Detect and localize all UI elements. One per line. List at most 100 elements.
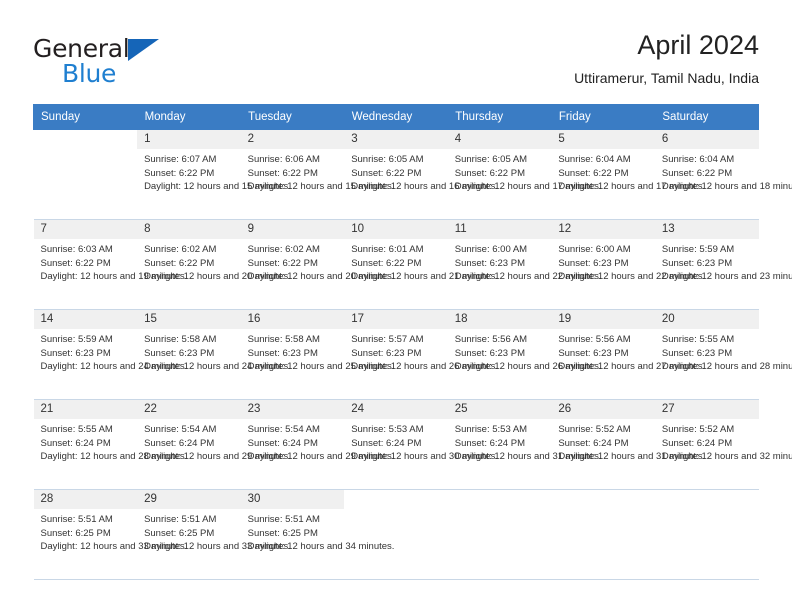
calendar-day-cell[interactable]: 14 Sunrise: 5:59 AM Sunset: 6:23 PM Dayligh… [33, 310, 188, 400]
daylight-text: Daylight: 12 hours and 31 minutes. [454, 451, 602, 463]
calendar-day-cell[interactable]: 9 Sunrise: 6:02 AM Sunset: 6:22 PM Daylight… [240, 220, 395, 310]
calendar-cell-empty [344, 490, 448, 580]
day-details: Sunrise: 5:58 AM Sunset: 6:23 PM Daylight:… [241, 329, 395, 374]
calendar-day-cell[interactable]: 20 Sunrise: 5:55 AM Sunset: 6:23 PM Dayligh… [654, 310, 792, 400]
sunset-text: Sunset: 6:22 PM [454, 167, 525, 179]
day-number: 1 [137, 130, 241, 149]
cell-inner: 23 Sunrise: 5:54 AM Sunset: 6:24 PM Dayligh… [240, 400, 394, 490]
calendar-day-cell[interactable]: 3 Sunrise: 6:05 AM Sunset: 6:22 PM Daylight… [344, 130, 498, 220]
daylight-text: Daylight: 12 hours and 17 minutes. [454, 181, 602, 193]
day-number [33, 130, 138, 149]
title-block: April 2024 Uttiramerur, Tamil Nadu, Indi… [574, 28, 759, 89]
daylight-text: Daylight: 12 hours and 34 minutes. [247, 541, 395, 553]
day-number: 24 [344, 400, 448, 419]
sunset-text: Sunset: 6:23 PM [661, 347, 733, 359]
sunset-text: Sunset: 6:24 PM [40, 437, 111, 449]
cell-inner [33, 130, 138, 220]
calendar-day-cell[interactable]: 25 Sunrise: 5:53 AM Sunset: 6:24 PM Dayligh… [447, 400, 602, 490]
sunset-text: Sunset: 6:22 PM [247, 257, 318, 269]
sunrise-text: Sunrise: 6:02 AM [144, 244, 217, 255]
calendar-day-cell[interactable]: 28 Sunrise: 5:51 AM Sunset: 6:25 PM Dayligh… [33, 490, 188, 580]
calendar-week-row: 7 Sunrise: 6:03 AM Sunset: 6:22 PM Daylight… [33, 220, 792, 310]
calendar-day-cell[interactable]: 1 Sunrise: 6:07 AM Sunset: 6:22 PM Daylight… [137, 130, 291, 220]
calendar-day-cell[interactable]: 15 Sunrise: 5:58 AM Sunset: 6:23 PM Dayligh… [137, 310, 291, 400]
calendar-day-cell[interactable]: 16 Sunrise: 5:58 AM Sunset: 6:23 PM Dayligh… [240, 310, 395, 400]
calendar-table: Sunday Monday Tuesday Wednesday Thursday Frid… [33, 104, 792, 580]
cell-inner: 25 Sunrise: 5:53 AM Sunset: 6:24 PM Dayligh… [447, 400, 602, 490]
calendar-day-cell[interactable]: 30 Sunrise: 5:51 AM Sunset: 6:25 PM Dayligh… [240, 490, 395, 580]
sunrise-text: Sunrise: 5:58 AM [144, 334, 217, 345]
day-number: 29 [137, 490, 241, 509]
calendar-day-cell[interactable]: 21 Sunrise: 5:55 AM Sunset: 6:24 PM Dayligh… [33, 400, 187, 490]
sunset-text: Sunset: 6:25 PM [40, 527, 111, 539]
sunrise-text: Sunrise: 5:51 AM [247, 514, 320, 525]
calendar-body: 1 Sunrise: 6:07 AM Sunset: 6:22 PM Daylight… [33, 130, 792, 580]
calendar-cell-empty [447, 490, 552, 580]
cell-inner: 14 Sunrise: 5:59 AM Sunset: 6:23 PM Dayligh… [33, 310, 188, 400]
sunset-text: Sunset: 6:24 PM [351, 437, 422, 449]
calendar-day-cell[interactable]: 17 Sunrise: 5:57 AM Sunset: 6:23 PM Dayligh… [344, 310, 498, 400]
daylight-text: Daylight: 12 hours and 18 minutes. [661, 181, 792, 193]
logo-text-blue: Blue [62, 59, 117, 88]
sunrise-text: Sunrise: 6:04 AM [558, 154, 631, 165]
calendar-day-cell[interactable]: 7 Sunrise: 6:03 AM Sunset: 6:22 PM Daylight… [33, 220, 187, 310]
weekday-header-wednesday: Wednesday [343, 104, 449, 130]
day-details: Sunrise: 5:56 AM Sunset: 6:23 PM Daylight:… [448, 329, 602, 374]
calendar-day-cell[interactable]: 4 Sunrise: 6:05 AM Sunset: 6:22 PM Daylight… [447, 130, 602, 220]
calendar-day-cell[interactable]: 24 Sunrise: 5:53 AM Sunset: 6:24 PM Dayligh… [344, 400, 498, 490]
daylight-text: Daylight: 12 hours and 33 minutes. [40, 541, 188, 553]
cell-inner: 30 Sunrise: 5:51 AM Sunset: 6:25 PM Dayligh… [240, 490, 395, 580]
daylight-text: Daylight: 12 hours and 26 minutes. [454, 361, 602, 373]
day-details: Sunrise: 5:54 AM Sunset: 6:24 PM Daylight:… [137, 419, 291, 464]
day-number: 2 [240, 130, 345, 149]
day-details: Sunrise: 5:53 AM Sunset: 6:24 PM Daylight:… [344, 419, 498, 464]
calendar-day-cell[interactable]: 13 Sunrise: 5:59 AM Sunset: 6:23 PM Dayligh… [654, 220, 792, 310]
calendar-day-cell[interactable]: 18 Sunrise: 5:56 AM Sunset: 6:23 PM Dayligh… [447, 310, 602, 400]
calendar-day-cell[interactable]: 27 Sunrise: 5:52 AM Sunset: 6:24 PM Dayligh… [654, 400, 792, 490]
day-details: Sunrise: 6:04 AM Sunset: 6:22 PM Daylight:… [551, 149, 705, 194]
sunrise-text: Sunrise: 5:59 AM [661, 244, 735, 255]
sunrise-text: Sunrise: 6:07 AM [144, 154, 217, 165]
calendar-day-cell[interactable]: 2 Sunrise: 6:06 AM Sunset: 6:22 PM Daylight… [240, 130, 394, 220]
calendar-day-cell[interactable]: 23 Sunrise: 5:54 AM Sunset: 6:24 PM Dayligh… [240, 400, 394, 490]
day-number: 18 [447, 310, 552, 329]
day-number: 9 [240, 220, 345, 239]
calendar-day-cell[interactable]: 5 Sunrise: 6:04 AM Sunset: 6:22 PM Daylight… [551, 130, 705, 220]
calendar-day-cell[interactable]: 10 Sunrise: 6:01 AM Sunset: 6:22 PM Dayligh… [344, 220, 498, 310]
day-details: Sunrise: 6:00 AM Sunset: 6:23 PM Daylight:… [551, 239, 705, 284]
day-details: Sunrise: 6:02 AM Sunset: 6:22 PM Daylight:… [241, 239, 395, 284]
calendar-day-cell[interactable]: 8 Sunrise: 6:02 AM Sunset: 6:22 PM Daylight… [137, 220, 291, 310]
day-number: 7 [33, 220, 138, 239]
sunset-text: Sunset: 6:24 PM [247, 437, 318, 449]
calendar-day-cell[interactable]: 11 Sunrise: 6:00 AM Sunset: 6:23 PM Dayligh… [447, 220, 602, 310]
sunset-text: Sunset: 6:22 PM [40, 257, 111, 269]
cell-inner: 13 Sunrise: 5:59 AM Sunset: 6:23 PM Dayligh… [654, 220, 792, 310]
cell-inner: 5 Sunrise: 6:04 AM Sunset: 6:22 PM Daylight… [551, 130, 705, 220]
day-number [654, 490, 759, 509]
sunset-text: Sunset: 6:24 PM [661, 437, 733, 449]
day-details: Sunrise: 5:51 AM Sunset: 6:25 PM Daylight:… [137, 509, 291, 554]
calendar-page: General Blue April 2024 Uttiramerur, Tam… [0, 0, 792, 612]
day-number: 20 [654, 310, 759, 329]
calendar-day-cell[interactable]: 26 Sunrise: 5:52 AM Sunset: 6:24 PM Dayligh… [551, 400, 705, 490]
day-details: Sunrise: 5:59 AM Sunset: 6:23 PM Daylight:… [34, 329, 188, 374]
day-details: Sunrise: 5:58 AM Sunset: 6:23 PM Daylight:… [137, 329, 291, 374]
calendar-day-cell[interactable]: 19 Sunrise: 5:56 AM Sunset: 6:23 PM Dayligh… [551, 310, 705, 400]
calendar-day-cell[interactable]: 6 Sunrise: 6:04 AM Sunset: 6:22 PM Daylight… [654, 130, 792, 220]
cell-inner [447, 490, 552, 580]
weekday-header-sunday: Sunday [33, 104, 138, 130]
day-number [344, 490, 448, 509]
sunrise-text: Sunrise: 6:00 AM [454, 244, 528, 255]
weekday-header-friday: Friday [550, 104, 656, 130]
calendar-day-cell[interactable]: 22 Sunrise: 5:54 AM Sunset: 6:24 PM Dayligh… [137, 400, 291, 490]
calendar-day-cell[interactable]: 12 Sunrise: 6:00 AM Sunset: 6:23 PM Dayligh… [551, 220, 705, 310]
day-number: 13 [654, 220, 759, 239]
sunrise-text: Sunrise: 5:54 AM [144, 424, 217, 435]
day-number: 16 [240, 310, 345, 329]
cell-inner: 1 Sunrise: 6:07 AM Sunset: 6:22 PM Daylight… [137, 130, 291, 220]
sunrise-text: Sunrise: 5:56 AM [454, 334, 528, 345]
sunset-text: Sunset: 6:24 PM [454, 437, 525, 449]
cell-inner: 16 Sunrise: 5:58 AM Sunset: 6:23 PM Dayligh… [240, 310, 395, 400]
day-number: 19 [551, 310, 655, 329]
calendar-day-cell[interactable]: 29 Sunrise: 5:51 AM Sunset: 6:25 PM Dayligh… [137, 490, 291, 580]
